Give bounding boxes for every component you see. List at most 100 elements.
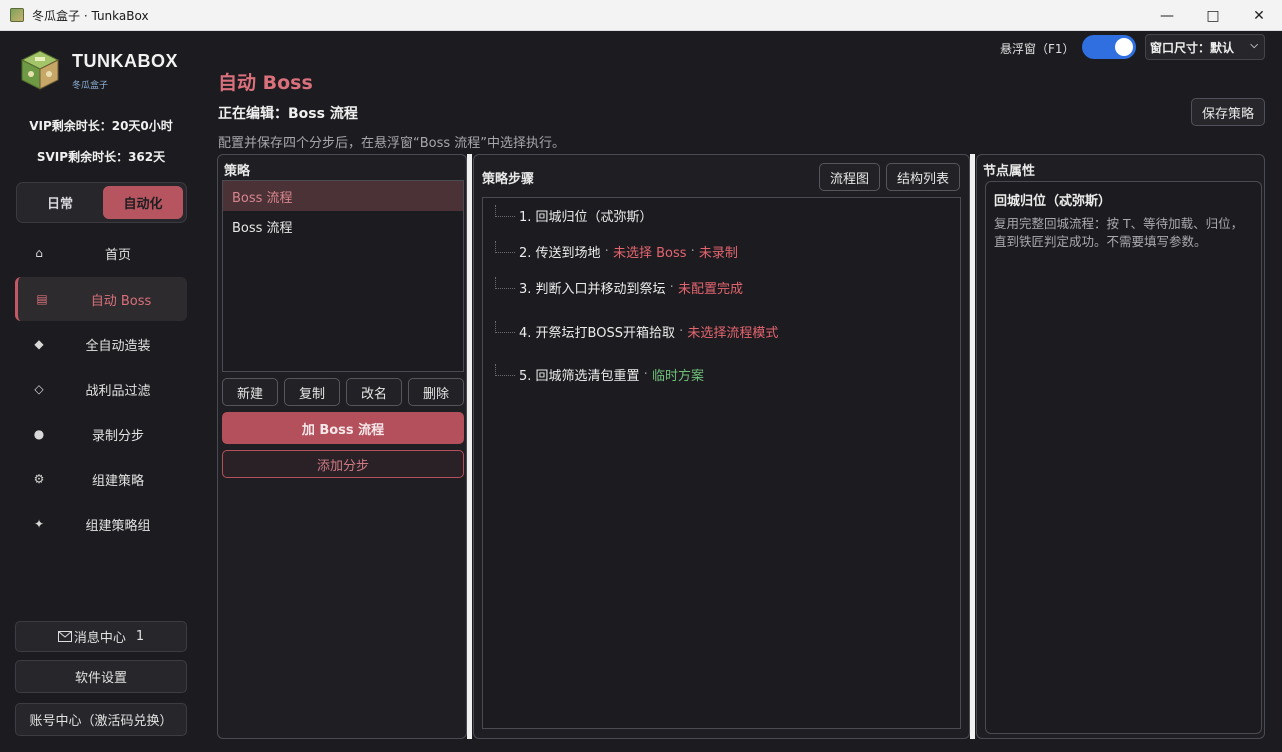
page-description: 配置并保存四个分步后，在悬浮窗“Boss 流程”中选择执行。 — [218, 136, 566, 151]
node-description: 复用完整回城流程：按 T、等待加载、归位，直到铁匠判定成功。不需要填写参数。 — [994, 216, 1244, 249]
nav-label: 全自动造装 — [85, 338, 151, 354]
float-window-label: 悬浮窗（F1） — [1000, 42, 1075, 56]
mode-tab-automation[interactable]: 自动化 — [103, 186, 183, 219]
steps-tree: 1. 回城归位（忒弥斯） 2. 传送到场地 · 未选择 Boss · 未录制 3. … — [482, 197, 961, 729]
step-item[interactable]: 1. 回城归位（忒弥斯） — [495, 204, 653, 225]
sparkle-icon: ✦ — [33, 517, 45, 531]
new-button[interactable]: 新建 — [222, 378, 278, 406]
window-size-value: 窗口尺寸：默认 — [1150, 40, 1235, 55]
nav-auto-craft[interactable]: ◆ 全自动造装 — [15, 322, 187, 366]
home-icon: ⌂ — [35, 246, 43, 260]
nav-label: 战利品过滤 — [85, 383, 151, 399]
brand-subtitle: 冬瓜盒子 — [72, 81, 109, 91]
maximize-button[interactable]: □ — [1190, 0, 1236, 31]
separator: · — [674, 324, 688, 339]
nav-label: 自动 Boss — [90, 293, 152, 309]
mode-tab-daily[interactable]: 日常 — [20, 186, 100, 219]
step-status-tag: 未录制 — [698, 246, 738, 261]
title-bar: 冬瓜盒子 · TunkaBox — □ ✕ — [0, 0, 1282, 31]
nav-auto-boss[interactable]: ▤ 自动 Boss — [15, 277, 187, 321]
list-icon: ▤ — [36, 292, 48, 306]
nav-build-strategy[interactable]: ⚙ 组建策略 — [15, 457, 187, 501]
step-item[interactable]: 2. 传送到场地 · 未选择 Boss · 未录制 — [495, 240, 738, 261]
node-properties-box: 回城归位（忒弥斯） 复用完整回城流程：按 T、等待加载、归位，直到铁匠判定成功。… — [985, 181, 1262, 734]
software-settings-button[interactable]: 软件设置 — [15, 660, 187, 693]
step-label: 2. 传送到场地 — [519, 246, 601, 261]
tree-branch — [495, 363, 515, 376]
properties-panel-title: 节点属性 — [983, 164, 1036, 179]
strategy-list: Boss 流程 Boss 流程 — [222, 180, 464, 372]
nav-record-steps[interactable]: ● 录制分步 — [15, 412, 187, 456]
sidebar: TUNKABOX 冬瓜盒子 VIP剩余时长：20天0小时 SVIP剩余时长：36… — [0, 31, 202, 752]
node-properties-panel: 节点属性 回城归位（忒弥斯） 复用完整回城流程：按 T、等待加载、归位，直到铁匠… — [976, 154, 1265, 739]
diamond-outline-icon: ◇ — [34, 382, 44, 396]
nav-home[interactable]: ⌂ 首页 — [15, 231, 187, 275]
step-label: 5. 回城筛选清包重置 — [519, 369, 640, 384]
step-status-tag: 未选择流程模式 — [687, 326, 779, 341]
separator: · — [665, 280, 678, 295]
nav-label: 组建策略 — [91, 473, 144, 489]
step-item[interactable]: 5. 回城筛选清包重置 · 临时方案 — [495, 363, 704, 384]
nav-build-strategy-group[interactable]: ✦ 组建策略组 — [15, 502, 187, 546]
list-item[interactable]: Boss 流程 — [223, 211, 463, 241]
steps-panel-title: 策略步骤 — [482, 172, 535, 187]
rename-button[interactable]: 改名 — [346, 378, 402, 406]
step-status-tag: 临时方案 — [651, 369, 704, 384]
editing-label: 正在编辑：Boss 流程 — [218, 106, 358, 122]
tree-branch — [495, 320, 515, 333]
delete-button[interactable]: 删除 — [408, 378, 464, 406]
app-icon — [10, 8, 24, 22]
mail-icon — [57, 631, 72, 642]
float-window-toggle[interactable] — [1082, 35, 1136, 59]
page-title: 自动 Boss — [218, 72, 313, 94]
vip-remaining: VIP剩余时长：20天0小时 — [29, 119, 173, 133]
close-button[interactable]: ✕ — [1236, 0, 1282, 31]
structure-list-button[interactable]: 结构列表 — [886, 163, 960, 191]
step-label: 1. 回城归位（忒弥斯） — [519, 210, 653, 225]
minimize-button[interactable]: — — [1144, 0, 1190, 31]
nav-label: 录制分步 — [91, 428, 144, 444]
step-status-tag: 未选择 Boss — [612, 246, 687, 261]
nav-loot-filter[interactable]: ◇ 战利品过滤 — [15, 367, 187, 411]
message-center-label: 消息中心 — [73, 631, 126, 646]
list-item[interactable]: Boss 流程 — [223, 181, 463, 211]
flowchart-button[interactable]: 流程图 — [819, 163, 880, 191]
tree-branch — [495, 276, 515, 289]
message-center-button[interactable]: 消息中心 1 — [15, 621, 187, 652]
svip-remaining: SVIP剩余时长：362天 — [36, 150, 166, 164]
step-label: 4. 开祭坛打BOSS开箱拾取 — [519, 326, 675, 341]
copy-button[interactable]: 复制 — [284, 378, 340, 406]
gear-icon: ⚙ — [33, 472, 45, 486]
chevron-down-icon: ⌵ — [1250, 40, 1258, 51]
tree-branch — [495, 204, 515, 217]
window-title: 冬瓜盒子 · TunkaBox — [32, 8, 149, 23]
logo-icon — [20, 49, 60, 91]
toggle-knob — [1115, 38, 1133, 56]
node-title: 回城归位（忒弥斯） — [994, 194, 1112, 209]
account-center-button[interactable]: 账号中心（激活码兑换） — [15, 703, 187, 736]
step-label: 3. 判断入口并移动到祭坛 — [519, 282, 666, 297]
step-status-tag: 未配置完成 — [677, 282, 743, 297]
strategy-panel-title: 策略 — [224, 164, 251, 179]
steps-panel: 策略步骤 流程图 结构列表 1. 回城归位（忒弥斯） 2. 传送到场地 · 未选择… — [473, 154, 970, 739]
brand-name: TUNKABOX — [72, 51, 178, 71]
panel-splitter[interactable] — [970, 154, 975, 739]
nav-label: 首页 — [104, 247, 131, 263]
nav-label: 组建策略组 — [85, 518, 151, 534]
mode-switch: 日常 自动化 — [16, 182, 187, 223]
strategy-panel: 策略 Boss 流程 Boss 流程 新建 复制 改名 删除 加 Boss 流程… — [217, 154, 467, 739]
panel-splitter[interactable] — [467, 154, 472, 739]
add-boss-flow-button[interactable]: 加 Boss 流程 — [222, 412, 464, 444]
diamond-icon: ◆ — [34, 337, 44, 351]
tree-branch — [495, 240, 515, 253]
message-count: 1 — [135, 629, 145, 644]
record-icon: ● — [33, 427, 45, 441]
window-size-select[interactable]: 窗口尺寸：默认 ⌵ — [1145, 34, 1265, 60]
step-item[interactable]: 4. 开祭坛打BOSS开箱拾取 · 未选择流程模式 — [495, 320, 779, 341]
separator: · — [639, 367, 652, 382]
separator: · — [686, 244, 699, 259]
step-item[interactable]: 3. 判断入口并移动到祭坛 · 未配置完成 — [495, 276, 743, 297]
save-strategy-button[interactable]: 保存策略 — [1191, 98, 1265, 126]
separator: · — [600, 244, 613, 259]
add-step-button[interactable]: 添加分步 — [222, 450, 464, 478]
